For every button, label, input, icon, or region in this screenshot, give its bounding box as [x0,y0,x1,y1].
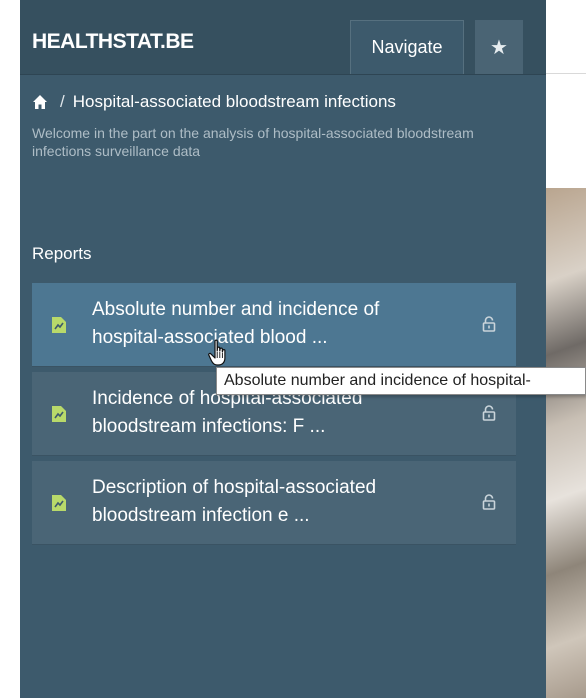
reports-heading: Reports [32,244,92,263]
breadcrumb-separator: / [60,92,65,111]
document-chart-icon [52,495,66,511]
tab-navigate[interactable]: Navigate [350,20,464,74]
home-icon[interactable] [32,94,48,110]
hand-cursor-icon [208,339,226,366]
tooltip: Absolute number and incidence of hospita… [216,367,586,395]
report-title-line2: bloodstream infections: F ... [92,416,326,437]
tab-navigate-label: Navigate [371,37,443,57]
report-title-line2: hospital-associated blood ... [92,327,328,348]
report-title-line1: Description of hospital-associated [92,477,377,498]
lock-icon [482,494,496,510]
report-list: Absolute number and incidence of hospita… [32,283,516,550]
divider [546,73,586,74]
header-bar: HEALTHSTAT.BE Navigate ★ [20,0,546,75]
document-chart-icon [52,406,66,422]
content-preview [546,0,586,698]
star-icon: ★ [490,36,508,59]
page-background-left [0,0,20,698]
document-chart-icon [52,317,66,333]
brand-logo[interactable]: HEALTHSTAT.BE [32,30,194,54]
breadcrumb: / Hospital-associated bloodstream infect… [32,92,396,112]
lock-icon [482,316,496,332]
report-item-description[interactable]: Description of hospital-associated blood… [32,461,516,545]
report-item-absolute-number[interactable]: Absolute number and incidence of hospita… [32,283,516,367]
navigation-panel: HEALTHSTAT.BE Navigate ★ / Hospital-asso… [20,0,546,698]
report-title-line1: Absolute number and incidence of [92,299,380,320]
report-title: Absolute number and incidence of hospita… [92,296,442,352]
report-title: Description of hospital-associated blood… [92,474,442,530]
welcome-text: Welcome in the part on the analysis of h… [32,125,474,159]
tab-favorites[interactable]: ★ [475,20,523,74]
report-title-line2: bloodstream infection e ... [92,505,310,526]
breadcrumb-current: Hospital-associated bloodstream infectio… [72,92,396,111]
background-photo [546,188,586,698]
lock-icon [482,405,496,421]
